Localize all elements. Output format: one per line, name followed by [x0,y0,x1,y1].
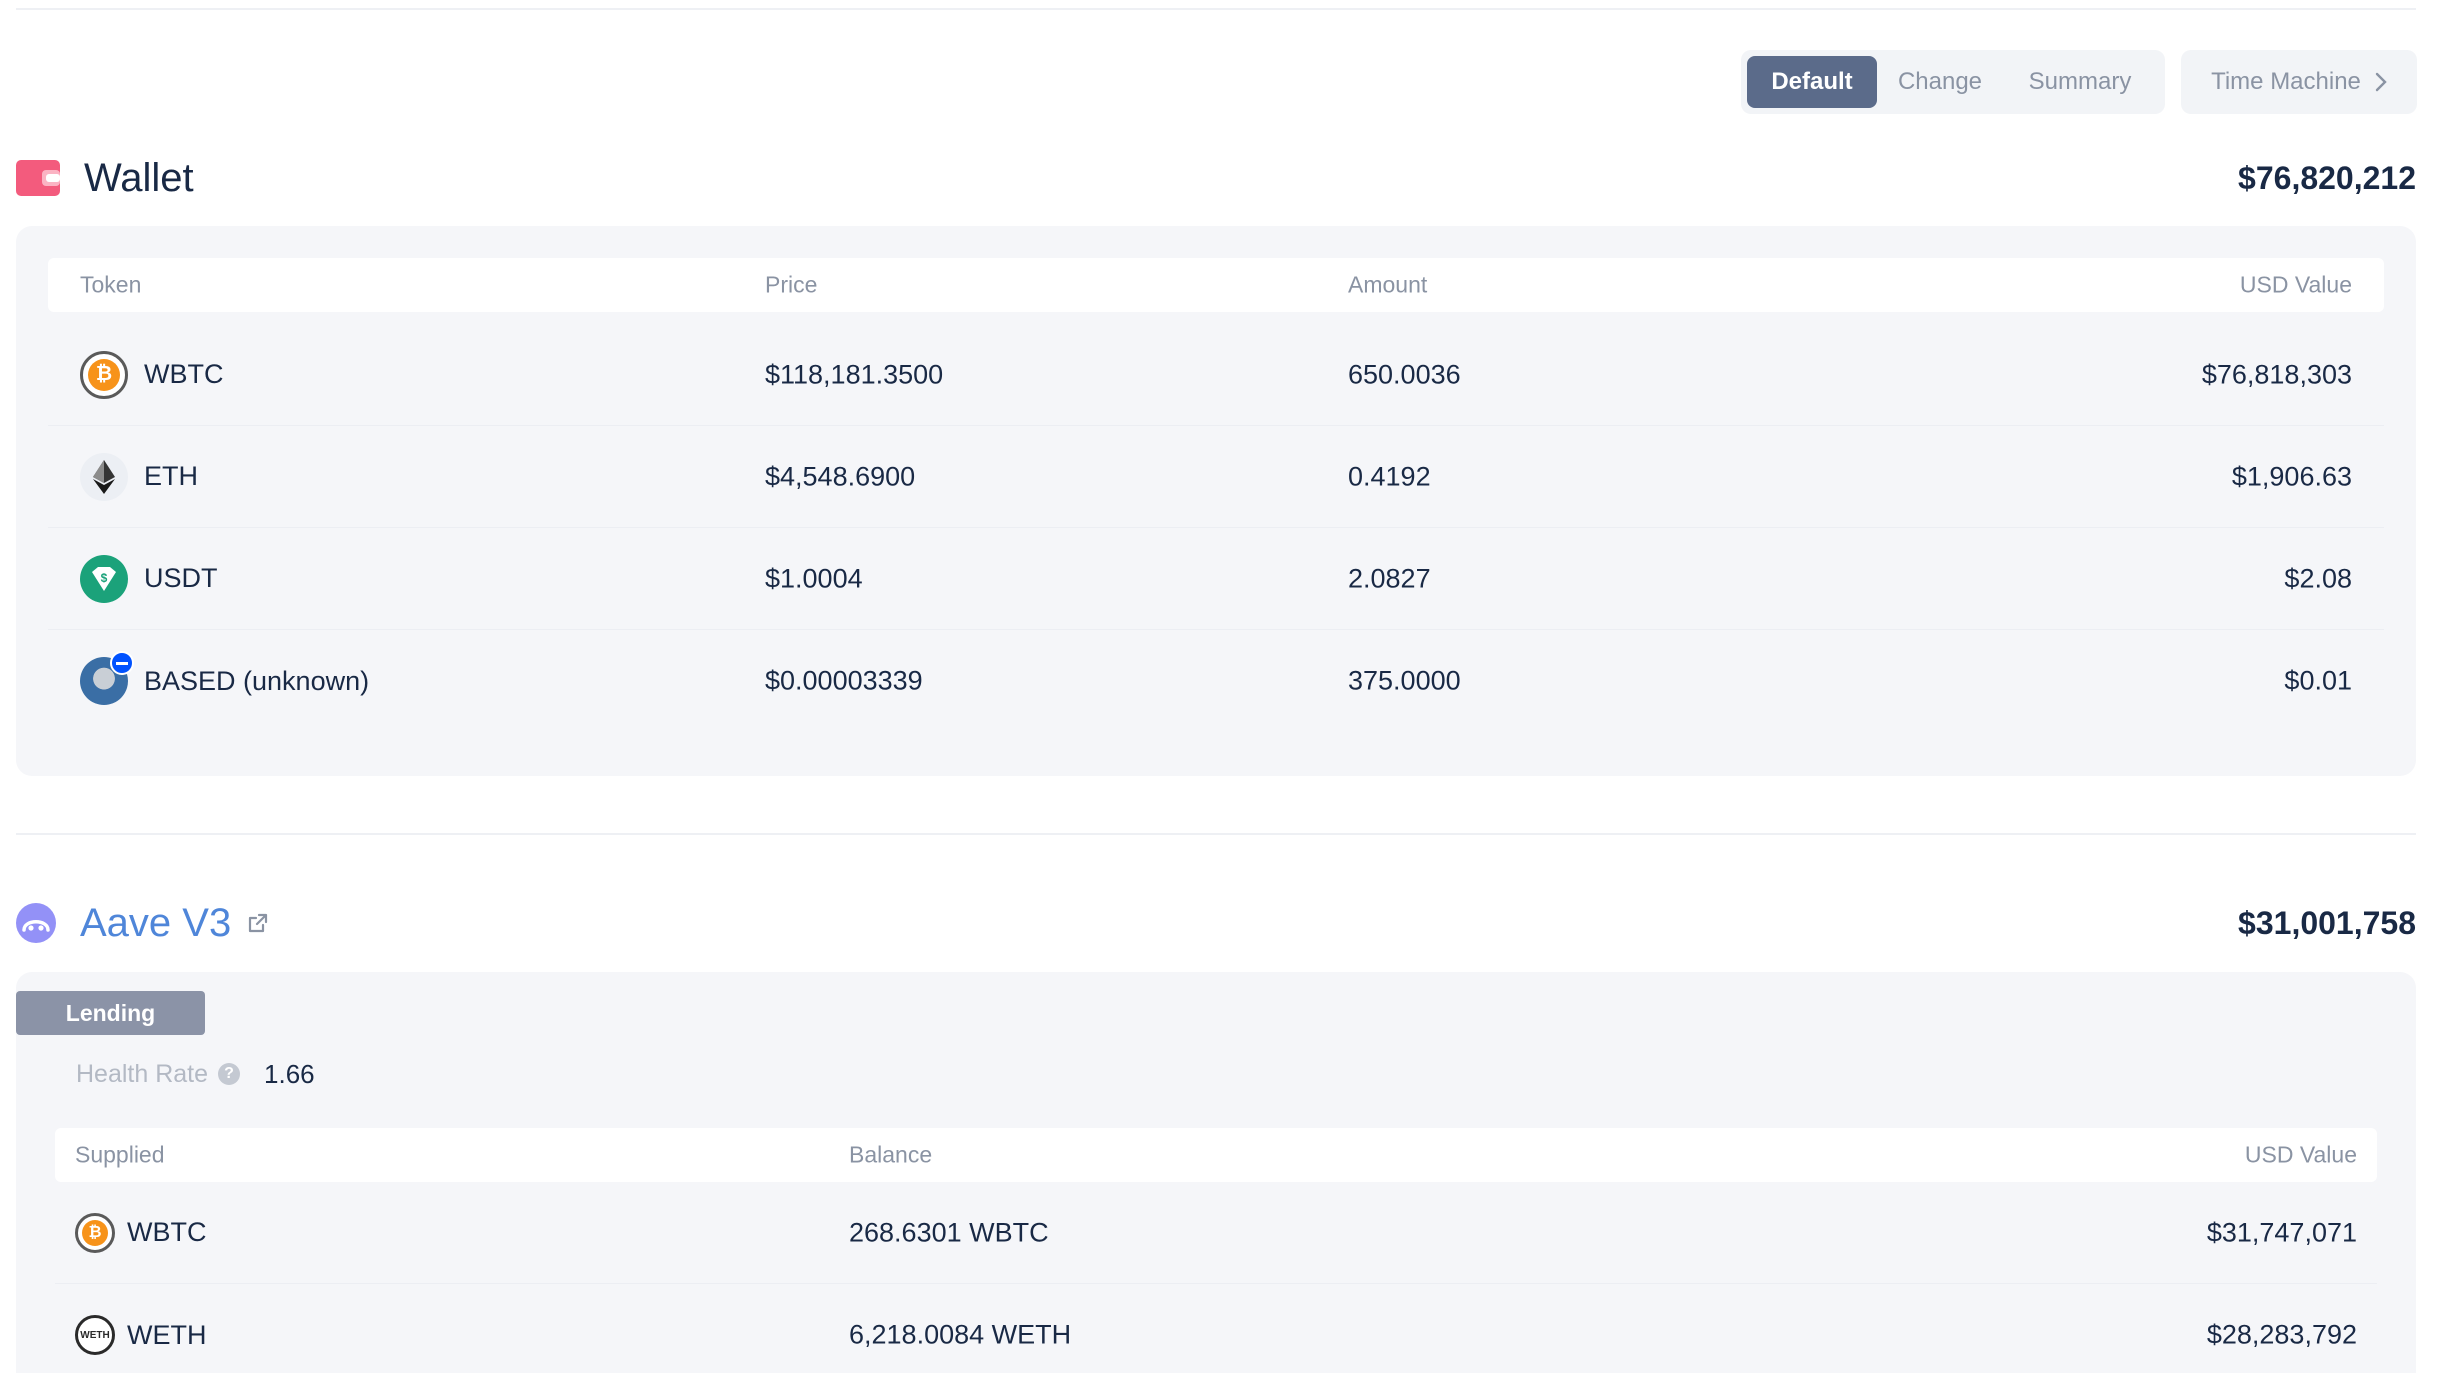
amount-cell: 650.0036 [1348,359,1461,389]
health-rate-value: 1.66 [264,1058,315,1089]
price-cell: $118,181.3500 [765,359,944,389]
token-name: BASED (unknown) [144,665,370,696]
table-row[interactable]: $ USDT $1.0004 2.0827 $2.08 [48,528,2384,630]
column-header-price: Price [765,271,818,298]
aave-total: $31,001,758 [2238,904,2416,941]
based-icon [80,651,134,705]
token-name: ETH [144,461,198,491]
table-row[interactable]: BASED (unknown) $0.00003339 375.0000 $0.… [48,630,2384,732]
lending-tag: Lending [16,991,205,1035]
wallet-table: Token Price Amount USD Value ₿ WBTC $118… [16,226,2416,776]
column-header-amount: Amount [1348,271,1428,298]
table-row[interactable]: ₿ WBTC 268.6301 WBTC $31,747,071 [55,1182,2377,1284]
token-cell: ₿ WBTC [80,350,224,399]
weth-icon: WETH [75,1315,115,1355]
usdt-icon: $ [80,554,128,603]
supplied-table-header: Supplied Balance USD Value [55,1128,2377,1182]
aave-title[interactable]: Aave V3 [80,901,231,946]
balance-cell: 268.6301 WBTC [849,1217,1049,1247]
top-divider [16,8,2416,10]
usd-value-cell: $76,818,303 [2201,359,2352,389]
token-cell: ₿ WBTC [75,1212,207,1253]
svg-text:$: $ [101,571,108,585]
token-cell: $ USDT [80,554,218,603]
wbtc-icon: ₿ [75,1212,115,1253]
column-header-usd-value: USD Value [2239,271,2352,298]
tab-default[interactable]: Default [1747,56,1877,108]
tab-summary[interactable]: Summary [2003,56,2157,108]
token-cell: BASED (unknown) [80,651,370,705]
wallet-icon [16,160,60,196]
health-rate-label: Health Rate [76,1059,209,1088]
token-name: WBTC [127,1217,207,1247]
aave-lending-panel: Lending Health Rate ? 1.66 Supplied Bala… [16,972,2416,1373]
column-header-token: Token [80,271,142,298]
balance-cell: 6,218.0084 WETH [849,1319,1072,1350]
aave-icon [16,903,56,943]
token-name: USDT [144,563,218,593]
wallet-header: Wallet $76,820,212 [16,148,2416,208]
aave-header: Aave V3 $31,001,758 [16,893,2416,953]
table-row[interactable]: ETH $4,548.6900 0.4192 $1,906.63 [48,426,2384,528]
table-row[interactable]: WETH WETH 6,218.0084 WETH $28,283,792 [55,1284,2377,1373]
help-icon[interactable]: ? [218,1063,241,1085]
token-cell: ETH [80,452,198,501]
wallet-total: $76,820,212 [2238,159,2416,196]
base-chain-icon [110,651,134,675]
usd-value-cell: $28,283,792 [2206,1319,2357,1350]
column-header-balance: Balance [849,1141,933,1168]
chevron-right-icon [2375,72,2387,92]
token-cell: WETH WETH [75,1315,206,1355]
health-rate: Health Rate ? 1.66 [76,1058,315,1090]
token-name: WETH [127,1319,207,1350]
time-machine-label: Time Machine [2211,68,2361,95]
wallet-title: Wallet [84,155,194,200]
view-switcher: Default Change Summary [1741,50,2165,114]
wbtc-icon: ₿ [80,350,128,399]
usd-value-cell: $2.08 [2284,563,2352,593]
eth-icon [80,452,128,501]
table-row[interactable]: ₿ WBTC $118,181.3500 650.0036 $76,818,30… [48,324,2384,426]
amount-cell: 2.0827 [1348,563,1431,593]
wallet-table-header: Token Price Amount USD Value [48,258,2384,312]
amount-cell: 375.0000 [1348,665,1461,696]
column-header-supplied: Supplied [75,1141,165,1168]
usd-value-cell: $0.01 [2284,665,2352,696]
portfolio-page: Default Change Summary Time Machine Wall… [0,0,2448,1373]
column-header-usd-value: USD Value [2244,1141,2357,1168]
token-name: WBTC [144,359,224,389]
section-divider [16,833,2416,835]
time-machine-button[interactable]: Time Machine [2181,50,2417,114]
price-cell: $1.0004 [765,563,863,593]
usd-value-cell: $31,747,071 [2206,1217,2357,1247]
tab-change[interactable]: Change [1877,56,2003,108]
usd-value-cell: $1,906.63 [2231,461,2352,491]
amount-cell: 0.4192 [1348,461,1431,491]
price-cell: $0.00003339 [765,665,923,696]
external-link-icon[interactable] [247,912,269,934]
price-cell: $4,548.6900 [765,461,916,491]
